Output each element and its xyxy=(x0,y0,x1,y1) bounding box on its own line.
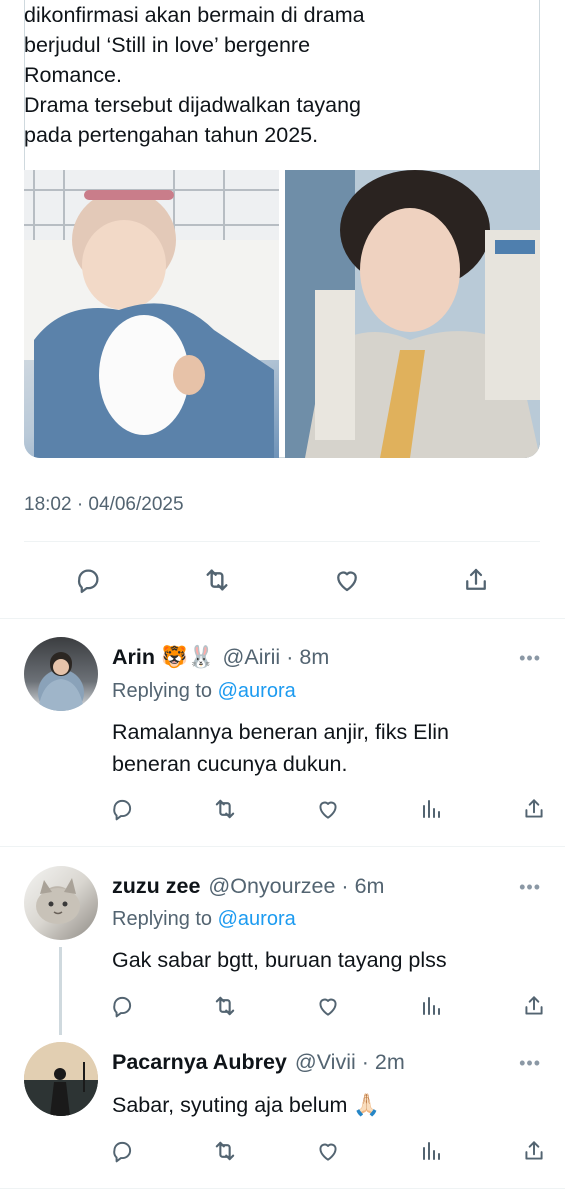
retweet-icon[interactable] xyxy=(211,992,239,1020)
replying-to: Replying to @aurora xyxy=(112,680,296,703)
more-options-icon[interactable]: ••• xyxy=(519,648,541,669)
like-icon[interactable] xyxy=(331,564,363,596)
avatar[interactable] xyxy=(24,637,98,711)
reply-text-line: Gak sabar bgtt, buruan tayang plss xyxy=(112,948,447,972)
separator: · xyxy=(286,645,294,669)
share-icon[interactable] xyxy=(520,1137,548,1165)
reply-text-line: Sabar, syuting aja belum 🙏🏻 xyxy=(112,1093,381,1117)
reply-text-line: beneran cucunya dukun. xyxy=(112,752,348,776)
share-icon[interactable] xyxy=(520,992,548,1020)
reply-time[interactable]: 8m xyxy=(299,645,329,670)
separator: · xyxy=(361,1050,369,1074)
reply-header: Arin 🐯🐰 @Airii · 8m xyxy=(112,645,329,670)
thread-line xyxy=(59,947,62,1035)
views-icon[interactable] xyxy=(417,992,445,1020)
reply-text-line: Ramalannya beneran anjir, fiks Elin xyxy=(112,720,450,744)
retweet-icon[interactable] xyxy=(211,795,239,823)
quoted-tweet-line: berjudul ‘Still in love’ bergenre xyxy=(24,33,311,57)
replying-to-label: Replying to xyxy=(112,908,218,930)
replying-to-label: Replying to xyxy=(112,680,218,702)
quoted-tweet-line: Romance. xyxy=(24,63,122,87)
reply-text: Gak sabar bgtt, buruan tayang plss xyxy=(112,944,542,976)
quoted-tweet-line: pada pertengahan tahun 2025. xyxy=(24,123,319,147)
display-name[interactable]: Arin xyxy=(112,645,155,670)
user-handle[interactable]: @Onyourzee xyxy=(208,874,335,899)
views-icon[interactable] xyxy=(417,1137,445,1165)
tweet-media-grid xyxy=(24,170,540,458)
reply-time[interactable]: 6m xyxy=(355,874,385,899)
mention-link[interactable]: @aurora xyxy=(218,908,296,930)
more-options-icon[interactable]: ••• xyxy=(519,877,541,898)
quoted-tweet-line: dikonfirmasi akan bermain di drama xyxy=(24,3,365,27)
reply-header: zuzu zee @Onyourzee · 6m xyxy=(112,874,384,899)
like-icon[interactable] xyxy=(314,992,342,1020)
reply-icon[interactable] xyxy=(108,1137,136,1165)
like-icon[interactable] xyxy=(314,795,342,823)
reply-action-bar xyxy=(108,1136,548,1166)
reply-header: Pacarnya Aubrey @Vivii · 2m xyxy=(112,1050,405,1075)
reply-text: Ramalannya beneran anjir, fiks Elin bene… xyxy=(112,716,542,780)
separator: · xyxy=(341,874,349,898)
quoted-tweet-line: Drama tersebut dijadwalkan tayang xyxy=(24,93,362,117)
reply-icon[interactable] xyxy=(72,564,104,596)
retweet-icon[interactable] xyxy=(211,1137,239,1165)
retweet-icon[interactable] xyxy=(201,564,233,596)
avatar[interactable] xyxy=(24,1042,98,1116)
share-icon[interactable] xyxy=(520,795,548,823)
reply-icon[interactable] xyxy=(108,992,136,1020)
like-icon[interactable] xyxy=(314,1137,342,1165)
reply-text: Sabar, syuting aja belum 🙏🏻 xyxy=(112,1089,542,1121)
display-name[interactable]: zuzu zee xyxy=(112,874,200,899)
display-name[interactable]: Pacarnya Aubrey xyxy=(112,1050,287,1075)
reply-action-bar xyxy=(108,991,548,1021)
share-icon[interactable] xyxy=(460,564,492,596)
user-handle[interactable]: @Vivii xyxy=(295,1050,356,1075)
tweet-action-bar xyxy=(24,560,540,600)
reply-icon[interactable] xyxy=(108,795,136,823)
tweet-photo-right[interactable] xyxy=(285,170,540,458)
user-handle[interactable]: @Airii xyxy=(223,645,281,670)
tweet-photo-left[interactable] xyxy=(24,170,279,458)
name-emojis: 🐯🐰 xyxy=(161,645,215,670)
divider xyxy=(0,618,565,619)
quoted-tweet-text: dikonfirmasi akan bermain di drama berju… xyxy=(24,0,524,150)
reply-action-bar xyxy=(108,794,548,824)
mention-link[interactable]: @aurora xyxy=(218,680,296,702)
divider xyxy=(24,541,540,542)
divider xyxy=(0,846,565,847)
avatar[interactable] xyxy=(24,866,98,940)
tweet-timestamp[interactable]: 18:02 · 04/06/2025 xyxy=(24,494,184,516)
views-icon[interactable] xyxy=(417,795,445,823)
replying-to: Replying to @aurora xyxy=(112,908,296,931)
more-options-icon[interactable]: ••• xyxy=(519,1053,541,1074)
reply-time[interactable]: 2m xyxy=(375,1050,405,1075)
divider xyxy=(0,1188,565,1189)
